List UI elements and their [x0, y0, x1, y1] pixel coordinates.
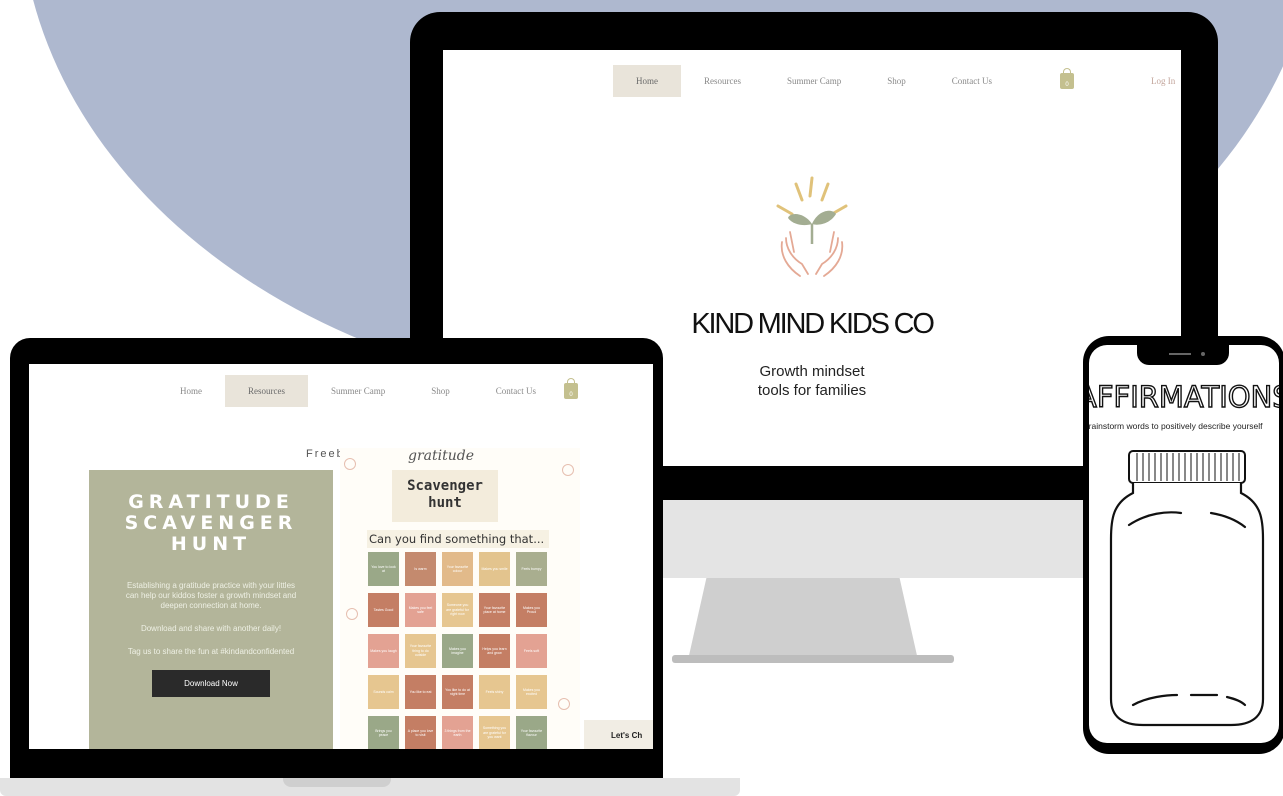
laptop-notch: [283, 778, 391, 787]
phone: AFFIRMATIONS Brainstorm words to positiv…: [1083, 336, 1283, 754]
worksheet-cell: Makes you Proud: [516, 593, 547, 627]
worksheet-cell: Tastes Good: [368, 593, 399, 627]
worksheet-cell: Your favourite thing to do outside: [405, 634, 436, 668]
worksheet-cell: Brings you peace: [368, 716, 399, 749]
worksheet-cell: Is warm: [405, 552, 436, 586]
camera-icon: [1201, 352, 1205, 356]
nav-summer-camp[interactable]: Summer Camp: [764, 65, 864, 97]
card-paragraph-1: Establishing a gratitude practice with y…: [125, 581, 297, 610]
mason-jar-icon: [1109, 450, 1265, 727]
worksheet-grid: You love to look at Is warm Your favourite…: [368, 552, 547, 749]
worksheet-cell: Your favourite place at home: [479, 593, 510, 627]
decor-circle: [558, 698, 570, 710]
chat-button[interactable]: Let's Ch: [584, 720, 653, 749]
card-title-line-3: HUNT: [170, 533, 252, 555]
worksheet-cell: A place you love to visit: [405, 716, 436, 749]
speaker-icon: [1169, 353, 1191, 355]
worksheet-cell: Makes you excited: [516, 675, 547, 709]
nav-home[interactable]: Home: [157, 375, 225, 407]
worksheet-cell: 3 things from the earth: [442, 716, 473, 749]
card-description: Establishing a gratitude practice with y…: [123, 581, 299, 657]
worksheet-cell: Sounds calm: [368, 675, 399, 709]
monitor-nav: Home Resources Summer Camp Shop Contact …: [613, 65, 1015, 97]
worksheet-title-line-1: Scavenger: [407, 478, 483, 494]
nav-summer-camp[interactable]: Summer Camp: [308, 375, 408, 407]
laptop-screen: Home Resources Summer Camp Shop Contact …: [29, 364, 653, 749]
hands-sprout-logo-icon: [776, 176, 848, 277]
worksheet-cell: Feels soft: [516, 634, 547, 668]
worksheet-cell: Your favourite colour: [442, 552, 473, 586]
scavenger-hunt-worksheet: gratitude Scavenger hunt Can you find so…: [340, 448, 580, 749]
nav-home[interactable]: Home: [613, 65, 681, 97]
decor-circle: [344, 458, 356, 470]
worksheet-question: Can you find something that...: [367, 530, 549, 548]
nav-resources[interactable]: Resources: [681, 65, 764, 97]
worksheet-cell: Your favourite flavour: [516, 716, 547, 749]
shopping-bag-icon[interactable]: 0: [564, 378, 578, 399]
phone-notch: [1137, 345, 1229, 365]
worksheet-cell: Makes you imagine: [442, 634, 473, 668]
laptop: Home Resources Summer Camp Shop Contact …: [10, 338, 663, 778]
monitor-foot: [672, 655, 954, 663]
worksheet-cell: Helps you learn and grow: [479, 634, 510, 668]
worksheet-cell: You like to eat: [405, 675, 436, 709]
affirmations-title: AFFIRMATIONS: [1089, 379, 1279, 414]
nav-shop[interactable]: Shop: [864, 65, 929, 97]
worksheet-cell: Something you are grateful for you want: [479, 716, 510, 749]
nav-shop[interactable]: Shop: [408, 375, 473, 407]
worksheet-cell: Someone you are grateful for right now: [442, 593, 473, 627]
worksheet-cell: Makes you laugh: [368, 634, 399, 668]
nav-contact-us[interactable]: Contact Us: [473, 375, 559, 407]
nav-resources[interactable]: Resources: [225, 375, 308, 407]
monitor-stand: [688, 578, 918, 660]
download-now-button[interactable]: Download Now: [152, 670, 270, 697]
card-paragraph-2: Download and share with another daily!: [140, 624, 282, 633]
worksheet-title-line-2: hunt: [428, 495, 462, 511]
worksheet-cell: You like to do at night time: [442, 675, 473, 709]
affirmations-subtitle: Brainstorm words to positively describe …: [1089, 421, 1263, 431]
worksheet-cell: You love to look at: [368, 552, 399, 586]
card-title-line-1: GRATITUDE: [128, 491, 294, 513]
card-title-line-2: SCAVENGER: [124, 512, 298, 534]
laptop-nav: Home Resources Summer Camp Shop Contact …: [157, 375, 559, 407]
login-link[interactable]: Log In: [1151, 76, 1175, 86]
worksheet-cell: Feels shiny: [479, 675, 510, 709]
worksheet-cell: Makes you feel safe: [405, 593, 436, 627]
gratitude-card: GRATITUDE SCAVENGER HUNT Establishing a …: [89, 470, 333, 749]
worksheet-cell: Makes you smile: [479, 552, 510, 586]
phone-screen: AFFIRMATIONS Brainstorm words to positiv…: [1089, 345, 1279, 743]
nav-contact-us[interactable]: Contact Us: [929, 65, 1015, 97]
worksheet-script-text: gratitude: [408, 448, 474, 464]
worksheet-cell: Feels bumpy: [516, 552, 547, 586]
worksheet-title: Scavenger hunt: [392, 470, 498, 522]
brand-name: KIND MIND KIDS CO: [691, 308, 935, 340]
card-paragraph-3: Tag us to share the fun at #kindandconfi…: [127, 647, 295, 656]
card-title: GRATITUDE SCAVENGER HUNT: [89, 492, 333, 555]
decor-circle: [346, 608, 358, 620]
decor-circle: [562, 464, 574, 476]
shopping-bag-icon[interactable]: 0: [1060, 68, 1074, 89]
